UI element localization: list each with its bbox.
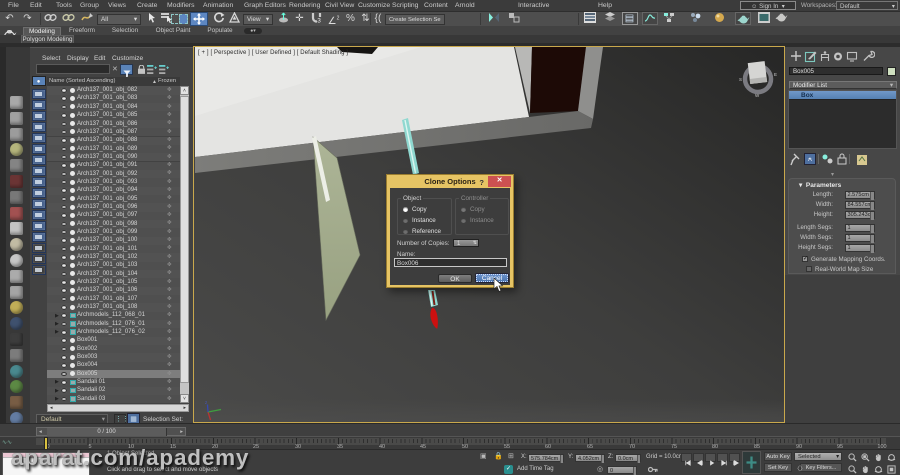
svg-text:S: S [739, 77, 742, 82]
svg-text:E: E [774, 72, 777, 77]
svg-text:3: 3 [317, 18, 321, 24]
